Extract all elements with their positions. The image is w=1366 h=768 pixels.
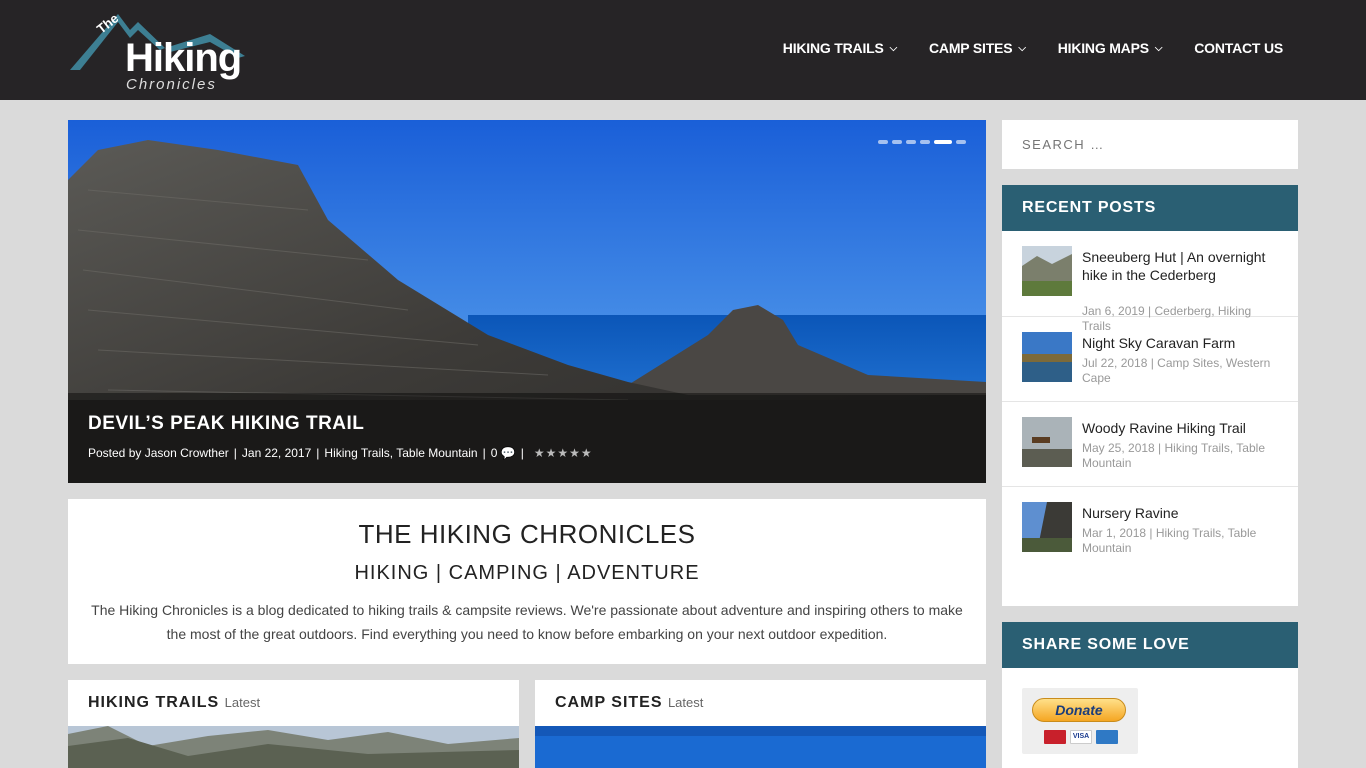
post-title[interactable]: Woody Ravine Hiking Trail (1082, 419, 1280, 437)
recent-posts-widget: RECENT POSTS Sneeuberg Hut | An overnigh… (1002, 185, 1298, 606)
slider-dot-active[interactable] (934, 140, 952, 144)
meta-separator: | (316, 446, 320, 460)
visa-icon: VISA (1070, 730, 1092, 744)
nav-hiking-maps[interactable]: HIKING MAPS ⌵ (1058, 40, 1163, 56)
amex-icon (1096, 730, 1118, 744)
slider-dot[interactable] (878, 140, 888, 144)
camp-sites-section: CAMP SITES Latest (535, 680, 986, 768)
post-date: Jan 22, 2017 (241, 446, 312, 460)
comment-icon: 💬 (500, 446, 516, 460)
post-title[interactable]: Night Sky Caravan Farm (1082, 334, 1280, 352)
post-thumbnail[interactable] (1022, 502, 1072, 552)
star-rating-icon: ★★★★★ (533, 446, 593, 460)
nav-hiking-trails[interactable]: HIKING TRAILS ⌵ (783, 40, 897, 56)
hiking-trail-image[interactable] (68, 726, 519, 768)
slide-caption: DEVIL’S PEAK HIKING TRAIL Posted by Jaso… (68, 393, 986, 483)
nav-contact-us[interactable]: CONTACT US (1194, 40, 1283, 56)
section-title[interactable]: HIKING TRAILS (88, 694, 219, 711)
post-thumbnail[interactable] (1022, 246, 1072, 296)
site-tagline: HIKING | CAMPING | ADVENTURE (354, 562, 700, 584)
intro-text: The Hiking Chronicles is a blog dedicate… (91, 602, 963, 642)
main-nav: HIKING TRAILS ⌵ CAMP SITES ⌵ HIKING MAPS… (783, 40, 1283, 56)
comment-count[interactable]: 0 (491, 446, 498, 460)
recent-post-item: Woody Ravine Hiking Trail May 25, 2018 |… (1002, 402, 1298, 487)
meta-separator: | (233, 446, 237, 460)
author-link[interactable]: Jason Crowther (145, 446, 229, 460)
chevron-down-icon: ⌵ (889, 43, 898, 54)
meta-separator: | (482, 446, 486, 460)
logo-main: Hiking (125, 36, 242, 80)
intro-box: THE HIKING CHRONICLES HIKING | CAMPING |… (68, 499, 986, 664)
post-meta: Jul 22, 2018 | Camp Sites, Western Cape (1082, 356, 1271, 385)
site-title: THE HIKING CHRONICLES (358, 519, 696, 549)
share-widget: SHARE SOME LOVE Donate VISA (1002, 622, 1298, 768)
nav-label: CONTACT US (1194, 40, 1283, 56)
slider-dot[interactable] (956, 140, 966, 144)
slider-dot[interactable] (920, 140, 930, 144)
slider-dot[interactable] (892, 140, 902, 144)
nav-label: HIKING MAPS (1057, 40, 1149, 56)
chevron-down-icon: ⌵ (1154, 43, 1163, 54)
donate-button[interactable]: Donate VISA (1022, 688, 1138, 754)
site-logo[interactable]: The Hiking Chronicles (70, 8, 260, 96)
section-heading: CAMP SITES Latest (555, 694, 703, 712)
chevron-down-icon: ⌵ (1018, 43, 1026, 54)
post-title[interactable]: Nursery Ravine (1082, 504, 1280, 522)
featured-slider[interactable]: DEVIL’S PEAK HIKING TRAIL Posted by Jaso… (68, 120, 986, 483)
slide-title[interactable]: DEVIL’S PEAK HIKING TRAIL (88, 413, 364, 435)
logo-sub: Chronicles (126, 76, 217, 93)
slide-meta: Posted by Jason Crowther | Jan 22, 2017 … (88, 446, 593, 460)
payment-cards: VISA (1044, 730, 1118, 744)
section-latest-label: Latest (667, 695, 704, 710)
post-meta: Mar 1, 2018 | Hiking Trails, Table Mount… (1082, 526, 1257, 555)
nav-label: CAMP SITES (929, 40, 1013, 56)
search-input[interactable] (1002, 120, 1298, 169)
mastercard-icon (1044, 730, 1066, 744)
slider-dot[interactable] (906, 140, 916, 144)
section-heading: HIKING TRAILS Latest (88, 694, 260, 712)
donate-label: Donate (1032, 698, 1126, 722)
site-header: The Hiking Chronicles HIKING TRAILS ⌵ CA… (0, 0, 1366, 100)
post-categories[interactable]: Hiking Trails, Table Mountain (324, 446, 477, 460)
post-title[interactable]: Sneeuberg Hut | An overnight hike in the… (1082, 248, 1280, 284)
widget-title: RECENT POSTS (1002, 185, 1298, 231)
meta-separator: | (520, 446, 524, 460)
post-thumbnail[interactable] (1022, 332, 1072, 382)
recent-post-item: Sneeuberg Hut | An overnight hike in the… (1002, 231, 1298, 333)
nav-label: HIKING TRAILS (782, 40, 884, 56)
post-thumbnail[interactable] (1022, 417, 1072, 467)
hiking-trails-section: HIKING TRAILS Latest (68, 680, 519, 768)
recent-post-item: Night Sky Caravan Farm Jul 22, 2018 | Ca… (1002, 317, 1298, 402)
camp-site-image[interactable] (535, 726, 986, 768)
posted-by-label: Posted by (88, 446, 142, 460)
recent-post-item: Nursery Ravine Mar 1, 2018 | Hiking Trai… (1002, 487, 1298, 571)
widget-title: SHARE SOME LOVE (1002, 622, 1298, 668)
section-title[interactable]: CAMP SITES (555, 694, 663, 711)
section-latest-label: Latest (224, 695, 261, 710)
nav-camp-sites[interactable]: CAMP SITES ⌵ (929, 40, 1026, 56)
slider-pagination (878, 140, 966, 144)
search-box (1002, 120, 1298, 169)
post-meta: May 25, 2018 | Hiking Trails, Table Moun… (1082, 441, 1265, 470)
